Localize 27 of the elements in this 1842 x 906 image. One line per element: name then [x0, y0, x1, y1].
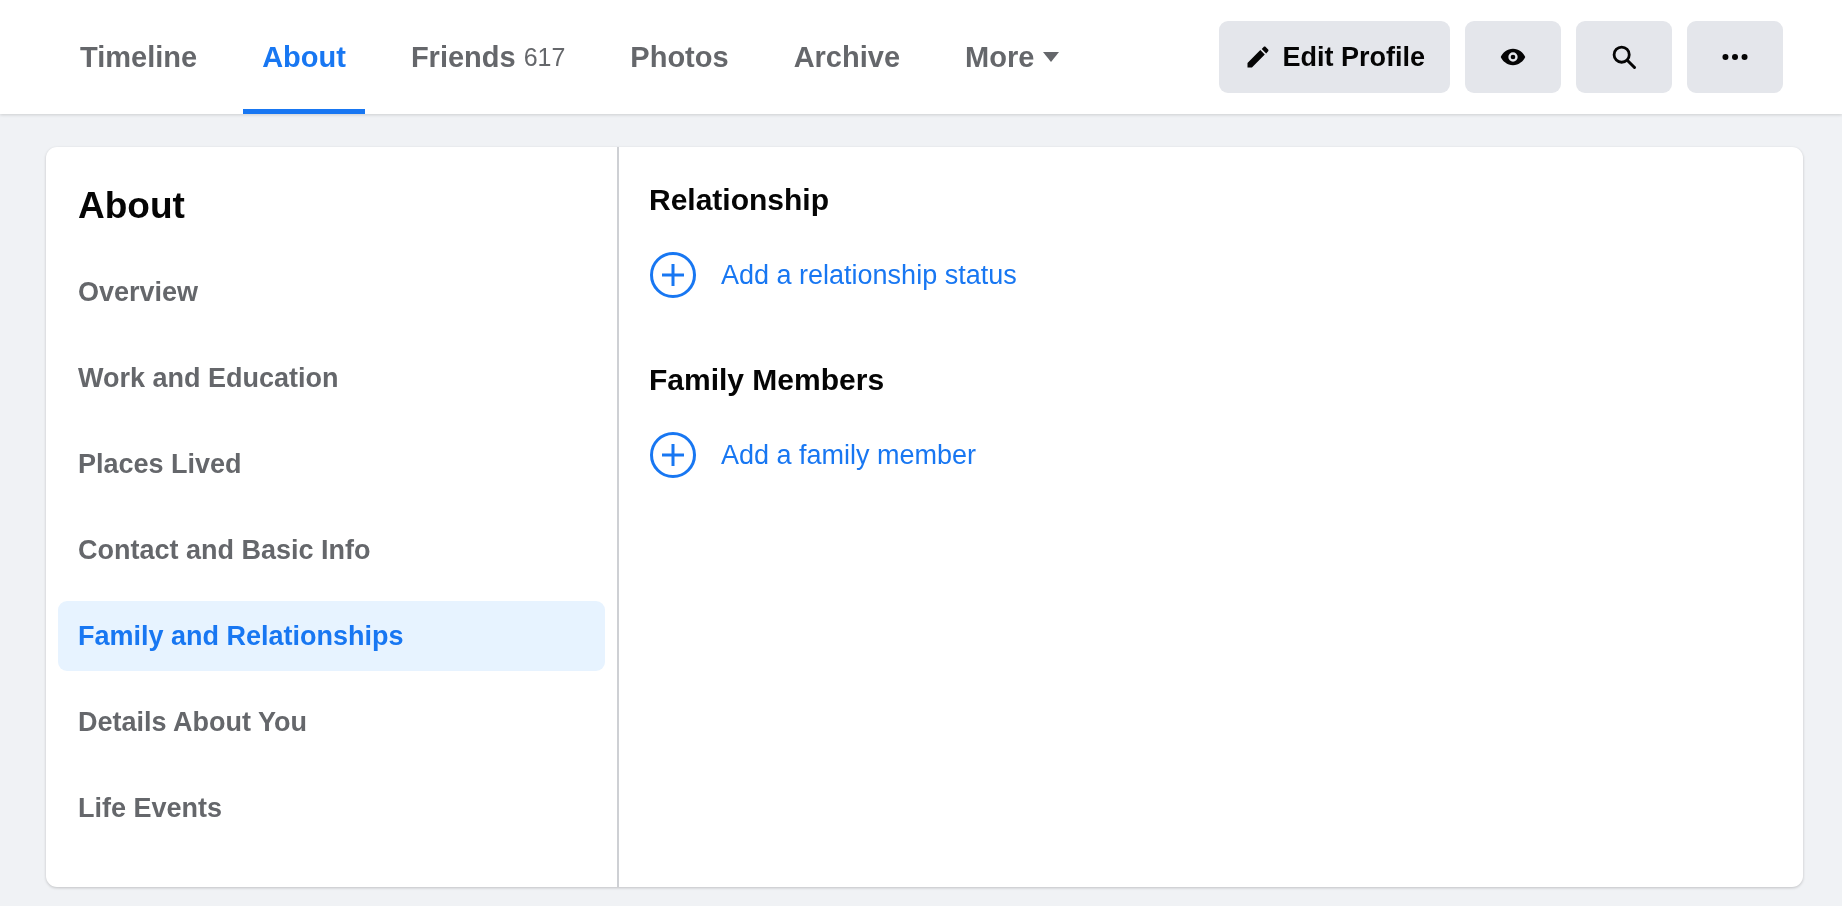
sidebar-item[interactable]: Family and Relationships — [58, 601, 605, 671]
edit-profile-button[interactable]: Edit Profile — [1219, 21, 1450, 93]
search-icon — [1610, 43, 1638, 71]
sidebar-item[interactable]: Work and Education — [58, 343, 605, 413]
sidebar-item[interactable]: Details About You — [58, 687, 605, 757]
sidebar-item[interactable]: Places Lived — [58, 429, 605, 499]
more-icon — [1722, 54, 1748, 60]
section-heading: Relationship — [649, 183, 830, 217]
view-as-button[interactable] — [1465, 21, 1561, 93]
friends-count: 617 — [523, 42, 566, 72]
profile-tab[interactable]: About — [243, 0, 365, 114]
sidebar-item[interactable]: Overview — [58, 257, 605, 327]
plus-circle-icon — [649, 251, 697, 299]
about-heading: About — [77, 184, 186, 228]
plus-circle-icon — [649, 431, 697, 479]
profile-tab[interactable]: Archive — [774, 0, 919, 114]
profile-tab[interactable]: Photos — [611, 0, 748, 114]
add-link[interactable]: Add a family member — [649, 431, 977, 479]
sidebar-item[interactable]: Life Events — [58, 773, 605, 843]
sidebar-item[interactable]: Contact and Basic Info — [58, 515, 605, 585]
section-heading: Family Members — [649, 363, 886, 397]
profile-tab[interactable]: Timeline — [61, 0, 217, 114]
profile-tab[interactable]: More — [946, 0, 1080, 114]
profile-tab[interactable]: Friends 617 — [391, 0, 585, 114]
search-button[interactable] — [1576, 21, 1672, 93]
add-link[interactable]: Add a relationship status — [649, 251, 1017, 299]
caret-icon — [1042, 51, 1061, 63]
